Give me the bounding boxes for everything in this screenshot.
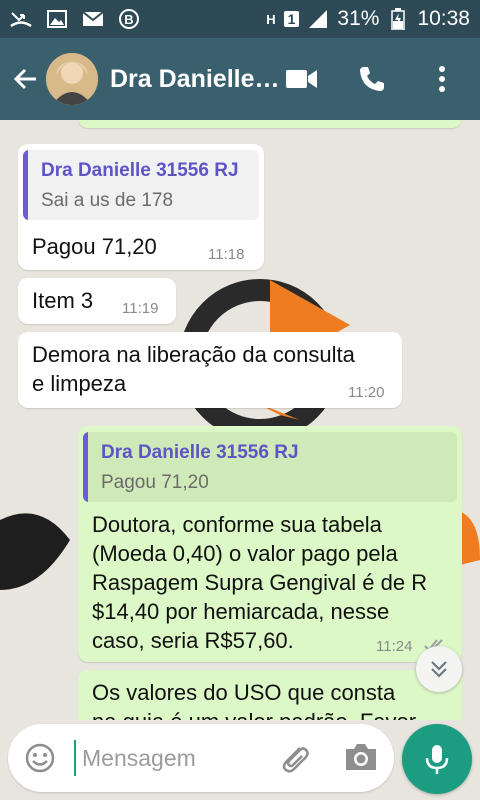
voice-record-button[interactable] bbox=[402, 724, 472, 794]
chat-header: Dra Danielle… bbox=[0, 38, 480, 120]
emoji-button[interactable] bbox=[24, 742, 56, 774]
message-text: Item 3 bbox=[32, 288, 94, 313]
phone-icon bbox=[360, 67, 384, 91]
contact-name[interactable]: Dra Danielle… bbox=[110, 65, 280, 94]
message-line: Doutora, conforme sua tabela bbox=[92, 512, 382, 537]
paperclip-icon bbox=[282, 747, 309, 773]
composer: Mensagem bbox=[0, 720, 480, 800]
message-text: Demora na liberação da consulta e limpez… bbox=[32, 340, 355, 398]
message-bubble-incoming[interactable]: Demora na liberação da consulta e limpez… bbox=[18, 332, 402, 408]
battery-charging-icon bbox=[387, 8, 409, 30]
battery-percent: 31% bbox=[337, 7, 380, 30]
message-text: Os valores do USO que consta na guia é u… bbox=[92, 678, 416, 720]
quote-author: Dra Danielle 31556 RJ bbox=[101, 442, 299, 463]
message-text: Pagou 71,20 bbox=[32, 234, 157, 259]
scroll-to-bottom-button[interactable] bbox=[416, 646, 462, 692]
message-input[interactable]: Mensagem bbox=[74, 740, 262, 776]
message-line: e limpeza bbox=[32, 371, 127, 396]
message-input-container: Mensagem bbox=[8, 724, 394, 792]
attach-button[interactable] bbox=[276, 740, 312, 776]
missed-call-icon bbox=[10, 8, 32, 30]
clock: 10:38 bbox=[417, 7, 470, 30]
message-bubble-incoming[interactable]: Item 3 11:19 bbox=[18, 278, 176, 324]
mail-icon bbox=[82, 8, 104, 30]
message-list[interactable]: Dra Danielle 31556 RJ Sai a us de 178 Pa… bbox=[0, 120, 480, 720]
status-bar: B H 1 31% 10:38 bbox=[0, 0, 480, 38]
network-type: H bbox=[266, 11, 276, 27]
video-camera-icon bbox=[286, 70, 317, 88]
emoji-icon bbox=[25, 743, 55, 773]
camera-icon bbox=[346, 744, 376, 770]
camera-button[interactable] bbox=[344, 742, 380, 776]
message-line: $14,40 por hemiarcada, nesse bbox=[92, 599, 390, 624]
message-time: 11:20 bbox=[348, 384, 385, 401]
message-time: 11:18 bbox=[208, 246, 245, 263]
b-badge-icon: B bbox=[118, 8, 140, 30]
message-line: Demora na liberação da consulta bbox=[32, 342, 355, 367]
arrow-left-icon bbox=[13, 68, 36, 90]
menu-button[interactable] bbox=[426, 63, 458, 95]
svg-text:B: B bbox=[124, 12, 133, 27]
video-call-button[interactable] bbox=[286, 63, 318, 95]
voice-call-button[interactable] bbox=[356, 63, 388, 95]
message-line: Raspagem Supra Gengival é de R bbox=[92, 570, 428, 595]
quote-bar bbox=[23, 150, 28, 220]
image-icon bbox=[46, 8, 68, 30]
quote-text: Pagou 71,20 bbox=[101, 472, 209, 493]
quote-author: Dra Danielle 31556 RJ bbox=[41, 160, 239, 181]
message-text: Doutora, conforme sua tabela (Moeda 0,40… bbox=[92, 510, 427, 655]
message-time: 11:19 bbox=[122, 300, 159, 317]
avatar[interactable] bbox=[46, 53, 98, 105]
message-bubble-partial bbox=[78, 120, 462, 128]
microphone-icon bbox=[425, 745, 449, 774]
message-line: (Moeda 0,40) o valor pago pela bbox=[92, 541, 398, 566]
message-bubble-outgoing[interactable]: Dra Danielle 31556 RJ Pagou 71,20 Doutor… bbox=[78, 426, 462, 662]
quoted-message[interactable]: Dra Danielle 31556 RJ Pagou 71,20 bbox=[83, 432, 457, 502]
message-bubble-incoming[interactable]: Dra Danielle 31556 RJ Sai a us de 178 Pa… bbox=[18, 144, 264, 270]
message-time: 11:24 bbox=[376, 638, 413, 655]
quoted-message[interactable]: Dra Danielle 31556 RJ Sai a us de 178 bbox=[23, 150, 259, 220]
sim-badge: 1 bbox=[283, 11, 300, 27]
quote-text: Sai a us de 178 bbox=[41, 190, 174, 211]
message-line: Os valores do USO que consta bbox=[92, 680, 396, 705]
message-line: na guia é um valor padrão. Favor bbox=[92, 707, 416, 720]
message-bubble-outgoing[interactable]: Os valores do USO que consta na guia é u… bbox=[78, 670, 462, 720]
more-vert-icon bbox=[439, 66, 445, 92]
signal-icon bbox=[307, 8, 329, 30]
chevron-double-down-icon bbox=[431, 661, 447, 678]
back-button[interactable] bbox=[6, 59, 46, 99]
quote-bar bbox=[83, 432, 88, 502]
